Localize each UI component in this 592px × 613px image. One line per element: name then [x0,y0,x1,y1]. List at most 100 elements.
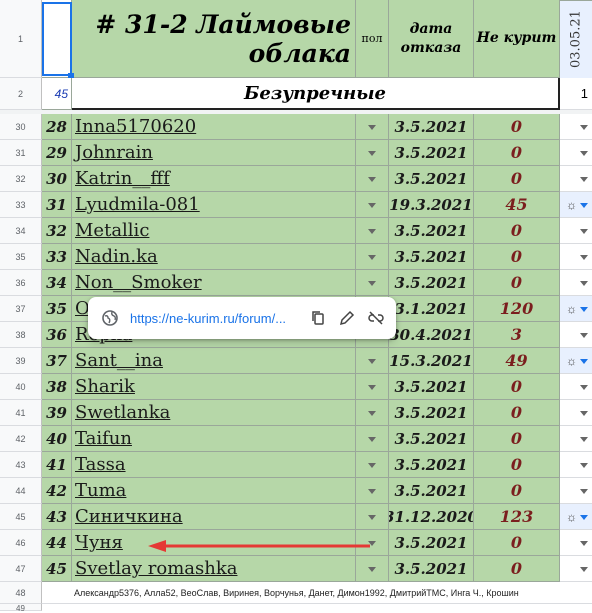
refusal-date[interactable]: 3.5.2021 [389,452,474,478]
header-nekurit[interactable]: Не курит [474,0,560,78]
member-name[interactable]: Svetlay romashka [72,556,356,582]
unlink-icon[interactable] [368,310,384,326]
pol-dropdown[interactable] [356,218,389,244]
pol-dropdown[interactable] [356,426,389,452]
member-name[interactable]: Sharik [72,374,356,400]
status-dropdown[interactable] [560,270,592,296]
refusal-date[interactable]: 3.5.2021 [389,244,474,270]
pol-dropdown[interactable] [356,140,389,166]
days-not-smoking[interactable]: 3 [474,322,560,348]
refusal-date[interactable]: 3.5.2021 [389,400,474,426]
pol-dropdown[interactable] [356,400,389,426]
link-url[interactable]: https://ne-kurim.ru/forum/... [130,311,302,326]
row-header[interactable]: 38 [0,322,42,348]
status-dropdown[interactable] [560,114,592,140]
refusal-date[interactable]: 3.5.2021 [389,218,474,244]
refusal-date[interactable]: 3.5.2021 [389,270,474,296]
footer-names[interactable]: Александр5376, Алла52, ВеоСлав, Виринея,… [42,582,592,604]
pencil-icon[interactable] [339,310,355,326]
status-dropdown[interactable]: ☼ [560,348,592,374]
row-number[interactable]: 42 [42,478,72,504]
row-number[interactable]: 35 [42,296,72,322]
status-dropdown[interactable] [560,426,592,452]
refusal-date[interactable]: 19.3.2021 [389,192,474,218]
days-not-smoking[interactable]: 0 [474,140,560,166]
days-not-smoking[interactable]: 0 [474,114,560,140]
row-header-2[interactable]: 2 [0,78,42,110]
days-not-smoking[interactable]: 0 [474,452,560,478]
member-name[interactable]: Swetlanka [72,400,356,426]
row-number[interactable]: 40 [42,426,72,452]
row-number[interactable]: 28 [42,114,72,140]
refusal-date[interactable]: 3.5.2021 [389,556,474,582]
row-header-1[interactable]: 1 [0,0,42,78]
sheet-title[interactable]: # 31-2 Лаймовые облака [72,0,356,78]
row2-extra[interactable]: 1 [560,78,592,110]
pol-dropdown[interactable] [356,166,389,192]
member-name[interactable]: Nadin.ka [72,244,356,270]
member-name[interactable]: Non__Smoker [72,270,356,296]
member-name[interactable]: Inna5170620 [72,114,356,140]
pol-dropdown[interactable] [356,192,389,218]
refusal-date[interactable]: 31.12.2020 [389,504,474,530]
row-header[interactable]: 39 [0,348,42,374]
row-header[interactable]: 33 [0,192,42,218]
refusal-date[interactable]: 3.5.2021 [389,166,474,192]
row-number[interactable]: 39 [42,400,72,426]
row-header[interactable]: 45 [0,504,42,530]
refusal-date[interactable]: 15.3.2021 [389,348,474,374]
header-pol[interactable]: пол [356,0,389,78]
status-dropdown[interactable] [560,244,592,270]
member-name[interactable]: Синичкина [72,504,356,530]
member-name[interactable]: Lyudmila-081 [72,192,356,218]
pol-dropdown[interactable] [356,348,389,374]
status-dropdown[interactable] [560,556,592,582]
member-name[interactable]: Tuma [72,478,356,504]
row-header[interactable]: 35 [0,244,42,270]
pol-dropdown[interactable] [356,504,389,530]
pol-dropdown[interactable] [356,244,389,270]
row-header[interactable]: 40 [0,374,42,400]
copy-icon[interactable] [310,310,326,326]
status-dropdown[interactable] [560,218,592,244]
row-number[interactable]: 44 [42,530,72,556]
row-number[interactable]: 32 [42,218,72,244]
row-number[interactable]: 45 [42,556,72,582]
row-header[interactable]: 42 [0,426,42,452]
row-number[interactable]: 41 [42,452,72,478]
row-number[interactable]: 36 [42,322,72,348]
days-not-smoking[interactable]: 0 [474,244,560,270]
member-name[interactable]: Metallic [72,218,356,244]
row-number[interactable]: 38 [42,374,72,400]
days-not-smoking[interactable]: 0 [474,556,560,582]
header-col-date[interactable]: 03.05.21 [560,0,592,78]
count-cell[interactable]: 45 [42,78,72,110]
days-not-smoking[interactable]: 123 [474,504,560,530]
pol-dropdown[interactable] [356,374,389,400]
row-header[interactable]: 37 [0,296,42,322]
row-header[interactable]: 31 [0,140,42,166]
status-dropdown[interactable]: ☼ [560,296,592,322]
member-name[interactable]: Sant__ina [72,348,356,374]
row-number[interactable]: 31 [42,192,72,218]
row-header[interactable]: 46 [0,530,42,556]
pol-dropdown[interactable] [356,270,389,296]
refusal-date[interactable]: 30.4.2021 [389,322,474,348]
row-header[interactable]: 44 [0,478,42,504]
row-header[interactable]: 32 [0,166,42,192]
row-number[interactable]: 29 [42,140,72,166]
days-not-smoking[interactable]: 0 [474,478,560,504]
pol-dropdown[interactable] [356,114,389,140]
member-name[interactable]: Johnrain [72,140,356,166]
refusal-date[interactable]: 3.5.2021 [389,530,474,556]
refusal-date[interactable]: 3.5.2021 [389,478,474,504]
row-header[interactable]: 30 [0,114,42,140]
row-number[interactable]: 37 [42,348,72,374]
status-dropdown[interactable] [560,140,592,166]
days-not-smoking[interactable]: 0 [474,270,560,296]
days-not-smoking[interactable]: 0 [474,530,560,556]
days-not-smoking[interactable]: 0 [474,426,560,452]
refusal-date[interactable]: 3.5.2021 [389,374,474,400]
days-not-smoking[interactable]: 0 [474,166,560,192]
status-dropdown[interactable] [560,400,592,426]
